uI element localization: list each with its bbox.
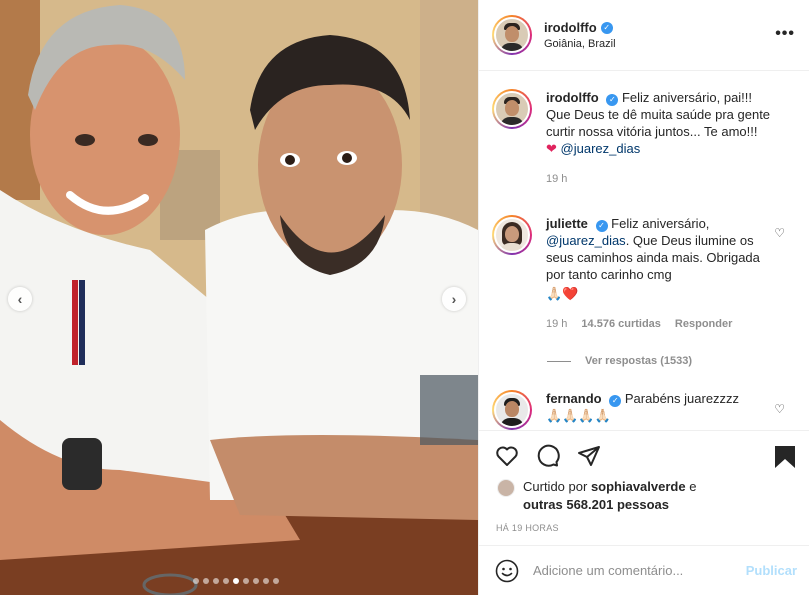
post-panel: irodolffo ✓ Goiânia, Brazil ••• irodolff…: [478, 0, 809, 595]
carousel-dot: [223, 578, 229, 584]
verified-badge-icon: ✓: [606, 93, 619, 106]
publish-button[interactable]: Publicar: [746, 563, 797, 578]
like-comment-heart-icon[interactable]: ♡: [774, 402, 785, 416]
author-username[interactable]: irodolffo: [544, 20, 597, 35]
likes-prefix: Curtido por: [523, 479, 588, 494]
verified-badge-icon: ✓: [609, 394, 622, 407]
previous-photo-button[interactable]: ‹: [8, 287, 32, 311]
caption-username[interactable]: irodolffo: [546, 90, 599, 105]
next-photo-button[interactable]: ›: [442, 287, 466, 311]
comment-time[interactable]: 19 h: [546, 316, 567, 333]
chevron-left-icon: ‹: [17, 291, 23, 307]
other-likes-link[interactable]: outras 568.201 pessoas: [523, 497, 669, 512]
comment-username[interactable]: fernando: [546, 391, 602, 406]
caption-time[interactable]: 19 h: [546, 171, 567, 188]
post-photo: ‹ ›: [0, 0, 478, 595]
liker-username[interactable]: sophiavalverde: [591, 479, 686, 494]
like-comment-heart-icon[interactable]: ♡: [774, 226, 785, 240]
comment-input[interactable]: [533, 563, 723, 578]
carousel-dot: [193, 578, 199, 584]
post-location[interactable]: Goiânia, Brazil: [544, 38, 616, 50]
carousel-dot: [243, 578, 249, 584]
commenter-avatar[interactable]: [492, 215, 532, 255]
carousel-dot: [273, 578, 279, 584]
comment-likes-count[interactable]: 14.576 curtidas: [581, 316, 661, 333]
caption-mention-link[interactable]: @juarez_dias: [561, 141, 641, 156]
carousel-dot: [233, 578, 239, 584]
post-caption: irodolffo ✓ Feliz aniversário, pai!!! Qu…: [492, 89, 792, 188]
comments-section: irodolffo ✓ Feliz aniversário, pai!!! Qu…: [479, 72, 809, 430]
view-replies-button[interactable]: Ver respostas (1533): [547, 355, 692, 367]
caption-avatar[interactable]: [492, 89, 532, 129]
chevron-right-icon: ›: [451, 291, 457, 307]
photo-illustration: [0, 0, 478, 595]
more-options-icon[interactable]: •••: [775, 25, 795, 43]
carousel-dot: [203, 578, 209, 584]
like-heart-icon[interactable]: [494, 443, 520, 469]
replies-divider: [547, 360, 571, 362]
comment-emoji: 🙏🏻❤️: [546, 286, 579, 301]
heart-emoji-icon: ❤: [546, 141, 557, 156]
post-timestamp[interactable]: HÁ 19 HORAS: [496, 523, 559, 533]
comment-item: juliette ✓ Feliz aniversário, @juarez_di…: [492, 215, 792, 333]
comment-composer: Publicar: [479, 545, 809, 595]
reply-button[interactable]: Responder: [675, 316, 732, 333]
post-header: irodolffo ✓ Goiânia, Brazil •••: [479, 0, 809, 71]
carousel-dot: [263, 578, 269, 584]
commenter-avatar[interactable]: [492, 390, 532, 430]
liker-avatar[interactable]: [497, 479, 515, 497]
comment-text: Feliz aniversário,: [611, 216, 710, 231]
verified-badge-icon: ✓: [595, 219, 608, 232]
carousel-dots: [193, 578, 279, 584]
view-replies-label: Ver respostas (1533): [585, 355, 693, 367]
carousel-dot: [213, 578, 219, 584]
share-paper-plane-icon[interactable]: [576, 443, 602, 469]
comment-text: Parabéns juarezzzz: [624, 391, 740, 406]
likes-connector: e: [689, 479, 697, 494]
carousel-dot: [253, 578, 259, 584]
likes-summary: Curtido por sophiavalverde e outras 568.…: [497, 478, 696, 514]
verified-badge-icon: ✓: [600, 21, 613, 34]
author-avatar[interactable]: [492, 15, 532, 55]
comment-item: fernando ✓ Parabéns juarezzzz 🙏🏻🙏🏻🙏🏻🙏🏻: [492, 390, 792, 430]
comment-mention-link[interactable]: @juarez_dias: [546, 233, 626, 248]
comment-emoji: 🙏🏻🙏🏻🙏🏻🙏🏻: [546, 408, 611, 423]
comment-username[interactable]: juliette: [546, 216, 588, 231]
comment-bubble-icon[interactable]: [535, 443, 561, 469]
emoji-smiley-icon[interactable]: [495, 559, 519, 583]
post-actions: Curtido por sophiavalverde e outras 568.…: [479, 430, 809, 546]
save-bookmark-icon[interactable]: [774, 445, 796, 472]
